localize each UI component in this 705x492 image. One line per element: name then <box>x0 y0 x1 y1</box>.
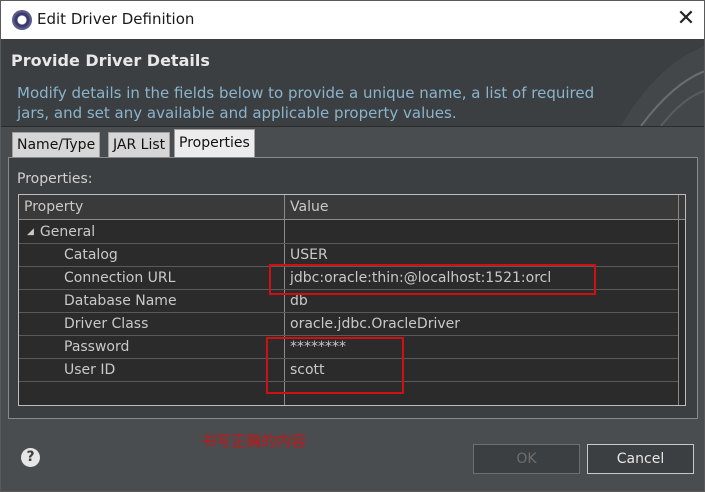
property-name: User ID <box>64 362 116 378</box>
help-icon[interactable]: ? <box>21 448 40 467</box>
property-name: Connection URL <box>64 270 176 286</box>
window-title: Edit Driver Definition <box>37 10 195 28</box>
property-value[interactable]: oracle.jdbc.OracleDriver <box>290 316 460 332</box>
property-row[interactable]: Driver Class oracle.jdbc.OracleDriver <box>19 313 678 336</box>
highlight-box-connection-url <box>269 264 596 295</box>
column-header-property[interactable]: Property <box>24 199 83 215</box>
group-name: General <box>39 224 96 240</box>
tab-jar-list[interactable]: JAR List <box>108 132 171 158</box>
banner-decoration-icon <box>621 46 704 126</box>
properties-label: Properties: <box>17 171 93 187</box>
annotation-note: 书写正确的内容 <box>201 432 307 450</box>
column-header-value[interactable]: Value <box>290 199 328 215</box>
property-name: Driver Class <box>64 316 149 332</box>
group-row-general[interactable]: ◢ General <box>19 221 678 244</box>
eclipse-icon <box>12 10 32 30</box>
tab-name-type[interactable]: Name/Type <box>12 132 101 158</box>
property-name: Database Name <box>64 293 177 309</box>
ok-button[interactable]: OK <box>473 444 580 474</box>
title-bar: Edit Driver Definition ✕ <box>1 1 704 39</box>
tab-properties[interactable]: Properties <box>174 129 255 158</box>
property-value[interactable]: USER <box>290 247 328 263</box>
dialog-window: Edit Driver Definition ✕ Provide Driver … <box>0 0 705 492</box>
grid-header: Property Value <box>19 195 685 220</box>
banner-description: Modify details in the fields below to pr… <box>17 84 595 122</box>
group-label: ◢ General <box>27 224 95 240</box>
close-icon[interactable]: ✕ <box>673 6 699 32</box>
collapse-triangle-icon[interactable]: ◢ <box>27 227 34 237</box>
banner-separator <box>1 126 704 127</box>
cancel-button[interactable]: Cancel <box>587 444 694 474</box>
header-banner: Provide Driver Details Modify details in… <box>1 39 704 126</box>
column-divider-right <box>678 195 679 405</box>
property-name: Password <box>64 339 130 355</box>
property-value[interactable]: db <box>290 293 308 309</box>
banner-title: Provide Driver Details <box>11 51 210 70</box>
property-name: Catalog <box>64 247 118 263</box>
highlight-box-credentials <box>266 337 404 394</box>
